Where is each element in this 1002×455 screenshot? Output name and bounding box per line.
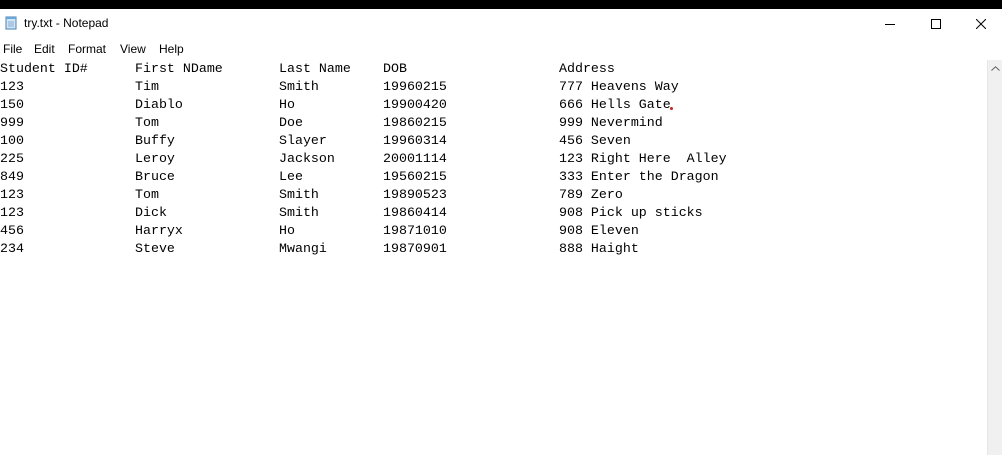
header-first-name: First NDame <box>135 61 223 76</box>
menu-format[interactable]: Format <box>68 42 106 56</box>
close-icon <box>976 19 986 29</box>
minimize-button[interactable] <box>867 9 913 39</box>
scroll-up-button[interactable] <box>988 60 1002 77</box>
text-line: 123 Dick Smith 19860414 908 Pick up stic… <box>0 204 703 222</box>
student-id: 456 <box>0 223 24 238</box>
address: 999 Nevermind <box>559 115 663 130</box>
dob: 19960215 <box>383 79 447 94</box>
menu-help[interactable]: Help <box>159 42 184 56</box>
dob: 19860414 <box>383 205 447 220</box>
address: 456 Seven <box>559 133 631 148</box>
student-id: 234 <box>0 241 24 256</box>
address: 777 Heavens Way <box>559 79 679 94</box>
last-name: Ho <box>279 97 295 112</box>
header-dob: DOB <box>383 61 407 76</box>
menu-edit[interactable]: Edit <box>34 42 55 56</box>
student-id: 849 <box>0 169 24 184</box>
text-line: 234 Steve Mwangi 19870901 888 Haight <box>0 240 639 258</box>
address: 123 Right Here Alley <box>559 151 727 166</box>
screen-top-edge <box>0 0 1002 9</box>
dob: 19900420 <box>383 97 447 112</box>
text-line: 100 Buffy Slayer 19960314 456 Seven <box>0 132 631 150</box>
title-bar[interactable]: try.txt - Notepad <box>0 9 1002 39</box>
header-line: Student ID# First NDame Last Name DOB Ad… <box>0 60 615 78</box>
text-line: 999 Tom Doe 19860215 999 Nevermind <box>0 114 663 132</box>
address: 908 Pick up sticks <box>559 205 703 220</box>
text-line: 225 Leroy Jackson 20001114 123 Right Her… <box>0 150 727 168</box>
last-name: Doe <box>279 115 303 130</box>
maximize-button[interactable] <box>913 9 959 39</box>
window-title: try.txt - Notepad <box>24 16 109 30</box>
text-line: 849 Bruce Lee 19560215 333 Enter the Dra… <box>0 168 719 186</box>
header-last-name: Last Name <box>279 61 351 76</box>
student-id: 123 <box>0 187 24 202</box>
close-button[interactable] <box>958 9 1002 39</box>
last-name: Smith <box>279 79 319 94</box>
header-student-id: Student ID# <box>0 61 88 76</box>
student-id: 225 <box>0 151 24 166</box>
text-line: 123 Tom Smith 19890523 789 Zero <box>0 186 623 204</box>
menu-file[interactable]: File <box>3 42 22 56</box>
first-name: Tim <box>135 79 159 94</box>
last-name: Mwangi <box>279 241 327 256</box>
text-line: 123 Tim Smith 19960215 777 Heavens Way <box>0 78 679 96</box>
header-address: Address <box>559 61 615 76</box>
student-id: 999 <box>0 115 24 130</box>
first-name: Diablo <box>135 97 183 112</box>
text-editor-area[interactable]: Student ID# First NDame Last Name DOB Ad… <box>0 60 987 455</box>
student-id: 123 <box>0 79 24 94</box>
menu-view[interactable]: View <box>120 42 146 56</box>
address: 888 Haight <box>559 241 639 256</box>
first-name: Dick <box>135 205 167 220</box>
menu-bar: File Edit Format View Help <box>0 39 1002 60</box>
chevron-up-icon <box>991 66 1000 71</box>
student-id: 100 <box>0 133 24 148</box>
first-name: Tom <box>135 115 159 130</box>
first-name: Leroy <box>135 151 175 166</box>
last-name: Jackson <box>279 151 335 166</box>
text-line: 150 Diablo Ho 19900420 666 Hells Gate <box>0 96 671 114</box>
dob: 19960314 <box>383 133 447 148</box>
dob: 19871010 <box>383 223 447 238</box>
notepad-window: try.txt - Notepad File Edit Format View … <box>0 0 1002 455</box>
first-name: Tom <box>135 187 159 202</box>
notepad-icon[interactable] <box>4 16 18 30</box>
student-id: 123 <box>0 205 24 220</box>
first-name: Steve <box>135 241 175 256</box>
student-id: 150 <box>0 97 24 112</box>
last-name: Ho <box>279 223 295 238</box>
maximize-icon <box>931 19 941 29</box>
first-name: Buffy <box>135 133 175 148</box>
text-line: 456 Harryx Ho 19871010 908 Eleven <box>0 222 639 240</box>
dob: 19860215 <box>383 115 447 130</box>
spellcheck-mark <box>670 107 673 110</box>
dob: 19890523 <box>383 187 447 202</box>
last-name: Smith <box>279 187 319 202</box>
minimize-icon <box>885 24 895 25</box>
last-name: Slayer <box>279 133 327 148</box>
dob: 19560215 <box>383 169 447 184</box>
dob: 20001114 <box>383 151 447 166</box>
address: 666 Hells Gate <box>559 97 671 112</box>
first-name: Bruce <box>135 169 175 184</box>
first-name: Harryx <box>135 223 183 238</box>
last-name: Lee <box>279 169 303 184</box>
address: 908 Eleven <box>559 223 639 238</box>
dob: 19870901 <box>383 241 447 256</box>
vertical-scrollbar[interactable] <box>987 60 1002 455</box>
address: 333 Enter the Dragon <box>559 169 719 184</box>
last-name: Smith <box>279 205 319 220</box>
address: 789 Zero <box>559 187 623 202</box>
